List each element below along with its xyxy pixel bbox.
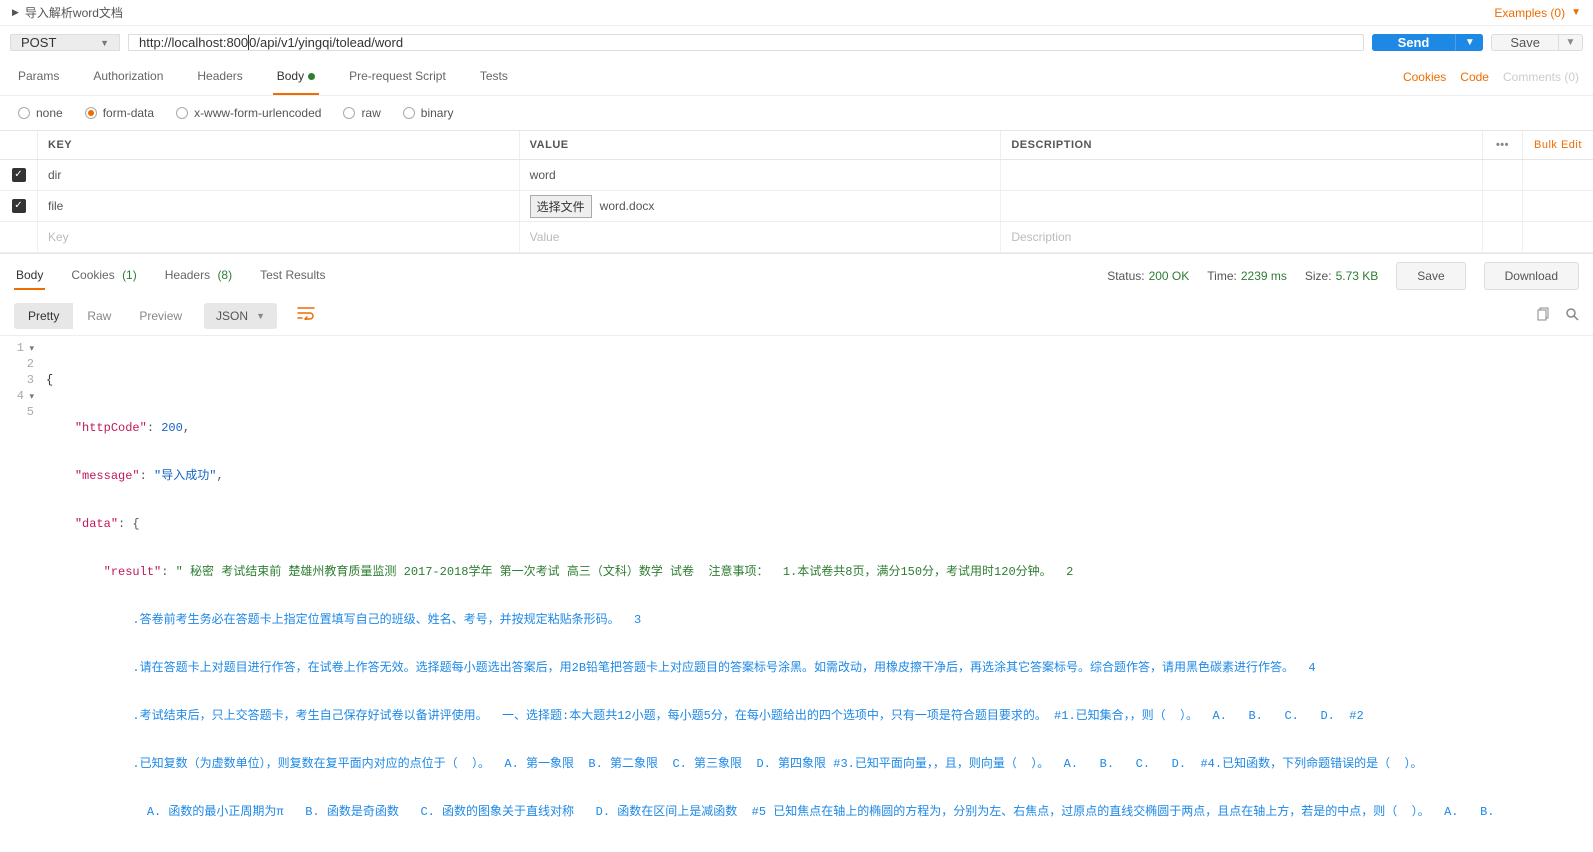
caret-down-icon: ▼ (256, 311, 265, 321)
view-preview[interactable]: Preview (125, 303, 196, 329)
request-name: 导入解析word文档 (25, 4, 123, 21)
caret-down-icon: ▼ (100, 38, 109, 48)
bulk-edit-link[interactable]: Bulk Edit (1523, 131, 1593, 159)
status-stat: Status: 200 OK (1107, 269, 1189, 283)
view-pretty[interactable]: Pretty (14, 303, 73, 329)
line-gutter: 1▾ 2 3 4▾ 5 (0, 340, 42, 852)
radio-icon (18, 107, 30, 119)
key-cell[interactable]: dir (38, 160, 520, 190)
wrap-icon (297, 306, 315, 320)
key-cell[interactable]: file (38, 191, 520, 221)
send-button[interactable]: Send ▼ (1372, 34, 1484, 51)
value-input[interactable]: Value (520, 222, 1002, 252)
resp-tab-cookies[interactable]: Cookies (1) (69, 262, 138, 290)
modified-dot-icon (308, 73, 315, 80)
body-mode-formdata[interactable]: form-data (85, 106, 154, 120)
resp-tab-headers[interactable]: Headers (8) (163, 262, 234, 290)
comments-link[interactable]: Comments (0) (1503, 70, 1579, 84)
checkbox-header (0, 131, 38, 159)
fold-icon[interactable]: ▾ (26, 341, 34, 357)
body-mode-urlencoded[interactable]: x-www-form-urlencoded (176, 106, 321, 120)
send-button-caret[interactable]: ▼ (1455, 34, 1483, 51)
table-row: ✓ dir word (0, 160, 1593, 191)
radio-icon (403, 107, 415, 119)
desc-cell[interactable] (1001, 191, 1483, 221)
body-lang-dropdown[interactable]: JSON ▼ (204, 303, 277, 329)
radio-icon (176, 107, 188, 119)
examples-dropdown[interactable]: Examples (0) ▼ (1494, 6, 1581, 20)
search-icon[interactable] (1565, 307, 1579, 324)
save-button-label: Save (1492, 35, 1558, 50)
desc-cell[interactable] (1001, 160, 1483, 190)
tab-tests[interactable]: Tests (476, 59, 512, 95)
tab-body[interactable]: Body (273, 59, 319, 95)
tab-authorization[interactable]: Authorization (89, 59, 167, 95)
view-raw[interactable]: Raw (73, 303, 125, 329)
row-checkbox[interactable]: ✓ (12, 199, 26, 213)
desc-input[interactable]: Description (1001, 222, 1483, 252)
save-button-caret[interactable]: ▼ (1558, 35, 1582, 50)
body-mode-binary[interactable]: binary (403, 106, 454, 120)
resp-tab-body[interactable]: Body (14, 262, 45, 290)
key-header: KEY (38, 131, 520, 159)
row-checkbox[interactable]: ✓ (12, 168, 26, 182)
http-method-value: POST (21, 35, 56, 50)
tab-prerequest[interactable]: Pre-request Script (345, 59, 450, 95)
fold-icon[interactable]: ▾ (26, 389, 34, 405)
response-body-json[interactable]: 1▾ 2 3 4▾ 5 { "httpCode": 200, "message"… (0, 336, 1593, 852)
send-button-label: Send (1372, 34, 1456, 51)
download-response-button[interactable]: Download (1484, 262, 1579, 290)
request-url-input[interactable]: http://localhost:8000/api/v1/yingqi/tole… (128, 34, 1364, 51)
code-link[interactable]: Code (1460, 70, 1489, 84)
key-input[interactable]: Key (38, 222, 520, 252)
table-row-new[interactable]: Key Value Description (0, 222, 1593, 253)
collapse-triangle-icon[interactable]: ▶ (12, 7, 19, 18)
value-cell[interactable]: word (520, 160, 1002, 190)
radio-icon (85, 107, 97, 119)
body-mode-none[interactable]: none (18, 106, 63, 120)
examples-label: Examples (0) (1494, 6, 1565, 20)
save-response-button[interactable]: Save (1396, 262, 1465, 290)
request-title-bar: ▶ 导入解析word文档 Examples (0) ▼ (0, 0, 1593, 26)
save-button[interactable]: Save ▼ (1491, 34, 1583, 51)
size-stat: Size: 5.73 KB (1305, 269, 1378, 283)
value-header: VALUE (520, 131, 1002, 159)
table-row: ✓ file 选择文件 word.docx (0, 191, 1593, 222)
body-mode-raw[interactable]: raw (343, 106, 380, 120)
radio-icon (343, 107, 355, 119)
formdata-table: KEY VALUE DESCRIPTION ••• Bulk Edit ✓ di… (0, 130, 1593, 254)
resp-tab-tests[interactable]: Test Results (258, 262, 327, 290)
tab-headers[interactable]: Headers (193, 59, 246, 95)
tab-params[interactable]: Params (14, 59, 63, 95)
cookies-link[interactable]: Cookies (1403, 70, 1446, 84)
time-stat: Time: 2239 ms (1207, 269, 1287, 283)
filename-label: word.docx (600, 199, 655, 213)
more-button[interactable]: ••• (1483, 131, 1523, 159)
caret-down-icon: ▼ (1571, 7, 1581, 18)
line-wrap-button[interactable] (289, 302, 323, 329)
value-cell[interactable]: 选择文件 word.docx (520, 191, 1002, 221)
http-method-dropdown[interactable]: POST ▼ (10, 34, 120, 51)
desc-header: DESCRIPTION (1001, 131, 1483, 159)
choose-file-button[interactable]: 选择文件 (530, 195, 592, 218)
copy-icon[interactable] (1537, 307, 1551, 324)
